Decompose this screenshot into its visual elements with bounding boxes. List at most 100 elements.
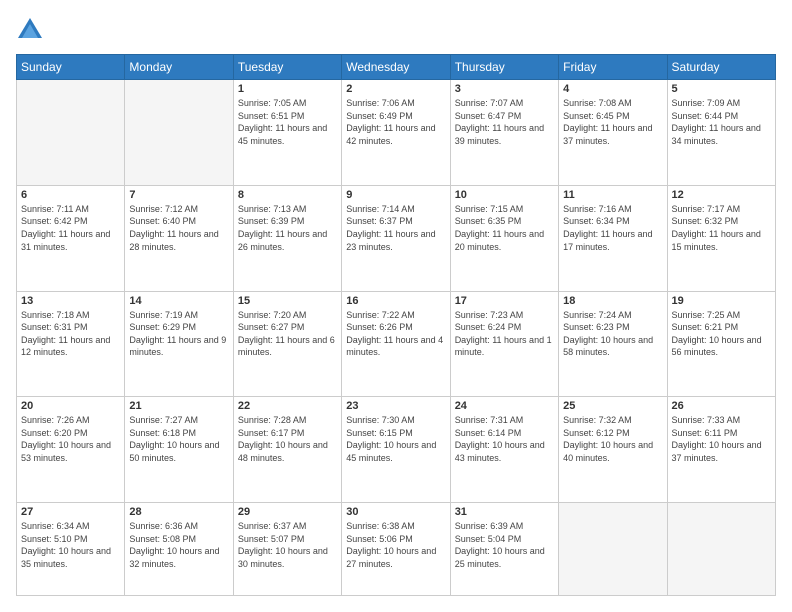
day-info: Sunrise: 7:20 AM Sunset: 6:27 PM Dayligh… bbox=[238, 309, 337, 359]
day-info: Sunrise: 7:06 AM Sunset: 6:49 PM Dayligh… bbox=[346, 97, 445, 147]
day-info: Sunrise: 7:09 AM Sunset: 6:44 PM Dayligh… bbox=[672, 97, 771, 147]
day-info: Sunrise: 7:13 AM Sunset: 6:39 PM Dayligh… bbox=[238, 203, 337, 253]
day-number: 27 bbox=[21, 506, 120, 518]
day-number: 25 bbox=[563, 400, 662, 412]
calendar-cell bbox=[125, 80, 233, 186]
calendar-week-3: 13 Sunrise: 7:18 AM Sunset: 6:31 PM Dayli… bbox=[17, 291, 776, 397]
calendar-cell: 9Sunrise: 7:14 AM Sunset: 6:37 PM Daylig… bbox=[342, 185, 450, 291]
day-info: Sunrise: 6:34 AM Sunset: 5:10 PM Dayligh… bbox=[21, 520, 120, 570]
weekday-header-friday: Friday bbox=[559, 55, 667, 80]
day-info: Sunrise: 7:12 AM Sunset: 6:40 PM Dayligh… bbox=[129, 203, 228, 253]
weekday-header-tuesday: Tuesday bbox=[233, 55, 341, 80]
calendar-cell: 31 Sunrise: 6:39 AM Sunset: 5:04 PM Dayli… bbox=[450, 503, 558, 596]
day-number: 10 bbox=[455, 189, 554, 201]
day-info: Sunrise: 7:30 AM Sunset: 6:15 PM Dayligh… bbox=[346, 414, 445, 464]
day-number: 23 bbox=[346, 400, 445, 412]
calendar-cell: 17Sunrise: 7:23 AM Sunset: 6:24 PM Dayli… bbox=[450, 291, 558, 397]
day-info: Sunrise: 7:26 AM Sunset: 6:20 PM Dayligh… bbox=[21, 414, 120, 464]
calendar-header: SundayMondayTuesdayWednesdayThursdayFrid… bbox=[17, 55, 776, 80]
calendar-cell: 14Sunrise: 7:19 AM Sunset: 6:29 PM Dayli… bbox=[125, 291, 233, 397]
calendar-cell: 5 Sunrise: 7:09 AM Sunset: 6:44 PM Daylig… bbox=[667, 80, 775, 186]
calendar-cell: 19 Sunrise: 7:25 AM Sunset: 6:21 PM Dayli… bbox=[667, 291, 775, 397]
calendar-body: 1Sunrise: 7:05 AM Sunset: 6:51 PM Daylig… bbox=[17, 80, 776, 596]
calendar-cell: 13 Sunrise: 7:18 AM Sunset: 6:31 PM Dayli… bbox=[17, 291, 125, 397]
day-number: 19 bbox=[672, 295, 771, 307]
calendar-week-4: 20 Sunrise: 7:26 AM Sunset: 6:20 PM Dayli… bbox=[17, 397, 776, 503]
day-number: 17 bbox=[455, 295, 554, 307]
day-info: Sunrise: 6:37 AM Sunset: 5:07 PM Dayligh… bbox=[238, 520, 337, 570]
day-info: Sunrise: 7:15 AM Sunset: 6:35 PM Dayligh… bbox=[455, 203, 554, 253]
weekday-header-sunday: Sunday bbox=[17, 55, 125, 80]
logo bbox=[16, 16, 48, 44]
calendar-cell: 21Sunrise: 7:27 AM Sunset: 6:18 PM Dayli… bbox=[125, 397, 233, 503]
calendar-cell: 24 Sunrise: 7:31 AM Sunset: 6:14 PM Dayli… bbox=[450, 397, 558, 503]
day-number: 18 bbox=[563, 295, 662, 307]
page: SundayMondayTuesdayWednesdayThursdayFrid… bbox=[0, 0, 792, 612]
logo-icon bbox=[16, 16, 44, 44]
calendar-cell: 6Sunrise: 7:11 AM Sunset: 6:42 PM Daylig… bbox=[17, 185, 125, 291]
day-info: Sunrise: 7:25 AM Sunset: 6:21 PM Dayligh… bbox=[672, 309, 771, 359]
calendar-cell: 7 Sunrise: 7:12 AM Sunset: 6:40 PM Daylig… bbox=[125, 185, 233, 291]
day-number: 6 bbox=[21, 189, 120, 201]
calendar-week-2: 6Sunrise: 7:11 AM Sunset: 6:42 PM Daylig… bbox=[17, 185, 776, 291]
day-number: 2 bbox=[346, 83, 445, 95]
weekday-header-monday: Monday bbox=[125, 55, 233, 80]
day-info: Sunrise: 7:05 AM Sunset: 6:51 PM Dayligh… bbox=[238, 97, 337, 147]
calendar-week-5: 27 Sunrise: 6:34 AM Sunset: 5:10 PM Dayli… bbox=[17, 503, 776, 596]
day-number: 7 bbox=[129, 189, 228, 201]
calendar-cell: 2 Sunrise: 7:06 AM Sunset: 6:49 PM Daylig… bbox=[342, 80, 450, 186]
day-info: Sunrise: 7:16 AM Sunset: 6:34 PM Dayligh… bbox=[563, 203, 662, 253]
day-info: Sunrise: 7:31 AM Sunset: 6:14 PM Dayligh… bbox=[455, 414, 554, 464]
day-number: 13 bbox=[21, 295, 120, 307]
day-info: Sunrise: 7:27 AM Sunset: 6:18 PM Dayligh… bbox=[129, 414, 228, 464]
calendar-cell: 8 Sunrise: 7:13 AM Sunset: 6:39 PM Daylig… bbox=[233, 185, 341, 291]
day-info: Sunrise: 6:39 AM Sunset: 5:04 PM Dayligh… bbox=[455, 520, 554, 570]
weekday-header-wednesday: Wednesday bbox=[342, 55, 450, 80]
weekday-header-saturday: Saturday bbox=[667, 55, 775, 80]
day-number: 11 bbox=[563, 189, 662, 201]
day-number: 4 bbox=[563, 83, 662, 95]
calendar-cell: 3 Sunrise: 7:07 AM Sunset: 6:47 PM Daylig… bbox=[450, 80, 558, 186]
calendar-cell: 15 Sunrise: 7:20 AM Sunset: 6:27 PM Dayli… bbox=[233, 291, 341, 397]
day-number: 3 bbox=[455, 83, 554, 95]
day-number: 15 bbox=[238, 295, 337, 307]
day-info: Sunrise: 7:33 AM Sunset: 6:11 PM Dayligh… bbox=[672, 414, 771, 464]
day-info: Sunrise: 7:32 AM Sunset: 6:12 PM Dayligh… bbox=[563, 414, 662, 464]
day-info: Sunrise: 7:17 AM Sunset: 6:32 PM Dayligh… bbox=[672, 203, 771, 253]
calendar-cell: 12 Sunrise: 7:17 AM Sunset: 6:32 PM Dayli… bbox=[667, 185, 775, 291]
calendar-cell: 26 Sunrise: 7:33 AM Sunset: 6:11 PM Dayli… bbox=[667, 397, 775, 503]
day-number: 16 bbox=[346, 295, 445, 307]
calendar-cell: 11 Sunrise: 7:16 AM Sunset: 6:34 PM Dayli… bbox=[559, 185, 667, 291]
calendar-table: SundayMondayTuesdayWednesdayThursdayFrid… bbox=[16, 54, 776, 596]
calendar-week-1: 1Sunrise: 7:05 AM Sunset: 6:51 PM Daylig… bbox=[17, 80, 776, 186]
day-number: 12 bbox=[672, 189, 771, 201]
day-number: 5 bbox=[672, 83, 771, 95]
day-info: Sunrise: 6:36 AM Sunset: 5:08 PM Dayligh… bbox=[129, 520, 228, 570]
day-number: 28 bbox=[129, 506, 228, 518]
calendar-cell: 25 Sunrise: 7:32 AM Sunset: 6:12 PM Dayli… bbox=[559, 397, 667, 503]
calendar-cell: 18Sunrise: 7:24 AM Sunset: 6:23 PM Dayli… bbox=[559, 291, 667, 397]
calendar-cell: 10 Sunrise: 7:15 AM Sunset: 6:35 PM Dayli… bbox=[450, 185, 558, 291]
day-info: Sunrise: 6:38 AM Sunset: 5:06 PM Dayligh… bbox=[346, 520, 445, 570]
calendar-cell: 20 Sunrise: 7:26 AM Sunset: 6:20 PM Dayli… bbox=[17, 397, 125, 503]
day-number: 8 bbox=[238, 189, 337, 201]
day-number: 31 bbox=[455, 506, 554, 518]
calendar-cell bbox=[17, 80, 125, 186]
calendar-cell bbox=[667, 503, 775, 596]
day-number: 20 bbox=[21, 400, 120, 412]
calendar-cell: 27 Sunrise: 6:34 AM Sunset: 5:10 PM Dayli… bbox=[17, 503, 125, 596]
day-number: 30 bbox=[346, 506, 445, 518]
day-info: Sunrise: 7:18 AM Sunset: 6:31 PM Dayligh… bbox=[21, 309, 120, 359]
weekday-header-row: SundayMondayTuesdayWednesdayThursdayFrid… bbox=[17, 55, 776, 80]
calendar-cell: 16 Sunrise: 7:22 AM Sunset: 6:26 PM Dayli… bbox=[342, 291, 450, 397]
calendar-cell: 4Sunrise: 7:08 AM Sunset: 6:45 PM Daylig… bbox=[559, 80, 667, 186]
calendar-cell: 28 Sunrise: 6:36 AM Sunset: 5:08 PM Dayli… bbox=[125, 503, 233, 596]
day-number: 14 bbox=[129, 295, 228, 307]
day-number: 26 bbox=[672, 400, 771, 412]
day-number: 22 bbox=[238, 400, 337, 412]
calendar-cell bbox=[559, 503, 667, 596]
day-number: 29 bbox=[238, 506, 337, 518]
day-info: Sunrise: 7:22 AM Sunset: 6:26 PM Dayligh… bbox=[346, 309, 445, 359]
day-info: Sunrise: 7:07 AM Sunset: 6:47 PM Dayligh… bbox=[455, 97, 554, 147]
day-number: 24 bbox=[455, 400, 554, 412]
